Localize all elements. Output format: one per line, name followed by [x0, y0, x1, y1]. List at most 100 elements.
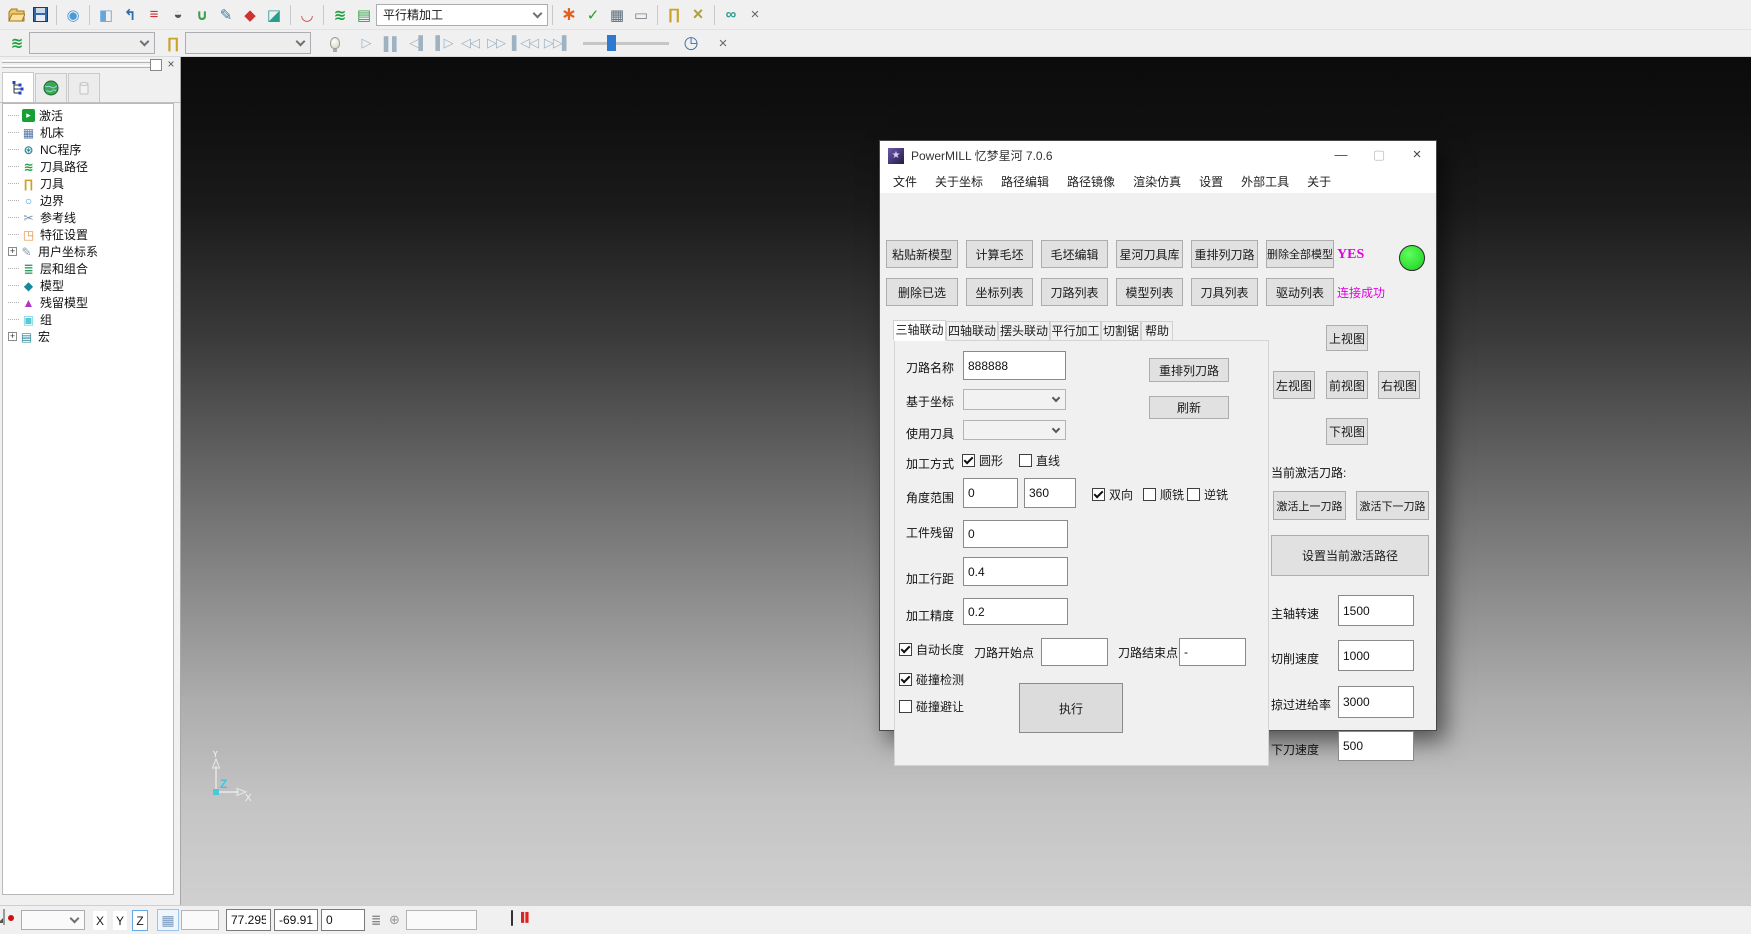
view-bottom-button[interactable]: 下视图 — [1326, 418, 1368, 445]
tab-3axis[interactable]: 三轴联动 — [893, 320, 946, 341]
tool-library-button[interactable]: 星河刀具库 — [1116, 240, 1183, 268]
panel-float-icon[interactable] — [150, 59, 162, 71]
compute-block-button[interactable]: 计算毛坯 — [966, 240, 1033, 268]
pause-button[interactable]: ▌▌ — [379, 31, 405, 55]
ball-tool-icon[interactable] — [166, 3, 190, 27]
view-front-button[interactable]: 前视图 — [1326, 371, 1368, 399]
start-point-input[interactable] — [1041, 638, 1108, 666]
block-icon[interactable] — [94, 3, 118, 27]
coord-list-button[interactable]: 坐标列表 — [966, 278, 1033, 306]
spindle-speed-input[interactable] — [1338, 595, 1414, 626]
grid-snap-icon[interactable]: ▦ — [157, 909, 179, 931]
maximize-icon[interactable]: ▢ — [1360, 141, 1398, 170]
sidebar-item-group[interactable]: 组 — [3, 311, 173, 328]
rearrange-toolpaths-button[interactable]: 重排列刀路 — [1191, 240, 1258, 268]
clock-icon[interactable] — [679, 31, 703, 55]
connection-monitor-icon[interactable] — [511, 910, 513, 926]
expand-toggle[interactable] — [8, 247, 17, 256]
tab-help[interactable]: 帮助 — [1141, 321, 1173, 341]
axis-z-button[interactable]: Z — [132, 910, 148, 931]
view-right-button[interactable]: 右视图 — [1378, 371, 1420, 399]
dialog-titlebar[interactable]: ★ PowerMILL 忆梦星河 7.0.6 — ▢ × — [880, 141, 1436, 170]
open-file-icon[interactable] — [4, 3, 28, 27]
view-left-button[interactable]: 左视图 — [1273, 371, 1315, 399]
skip-end-button[interactable]: ▷▷▌ — [541, 31, 573, 55]
coordinate-z-input[interactable] — [321, 909, 365, 931]
sidebar-item-boundary[interactable]: 边界 — [3, 192, 173, 209]
sidebar-item-feature-set[interactable]: 特征设置 — [3, 226, 173, 243]
menu-about[interactable]: 关于 — [1298, 173, 1340, 190]
play-button[interactable]: ▷ — [353, 31, 379, 55]
tab-web-globe[interactable] — [35, 73, 67, 102]
axis-y-button[interactable]: Y — [112, 910, 128, 931]
step-forward-button[interactable]: ▌▷ — [431, 31, 457, 55]
tab-swivel[interactable]: 摆头联动 — [998, 321, 1050, 341]
toolpath-list-button[interactable]: 刀路列表 — [1041, 278, 1108, 306]
sidebar-item-model[interactable]: 模型 — [3, 277, 173, 294]
axis-x-button[interactable]: X — [92, 910, 108, 931]
menu-coords[interactable]: 关于坐标 — [926, 173, 992, 190]
collision-check-icon[interactable] — [557, 3, 581, 27]
activate-next-toolpath-button[interactable]: 激活下一刀路 — [1356, 491, 1429, 520]
plunge-feed-input[interactable] — [1338, 731, 1414, 761]
bidirectional-checkbox[interactable]: 双向 — [1092, 486, 1133, 503]
tool-list-button[interactable]: 刀具列表 — [1191, 278, 1258, 306]
pattern-icon[interactable] — [214, 3, 238, 27]
collision-avoid-checkbox[interactable]: 碰撞避让 — [899, 698, 964, 715]
print-preview-icon[interactable] — [61, 3, 85, 27]
sidebar-item-tool[interactable]: 刀具 — [3, 175, 173, 192]
delete-all-models-button[interactable]: 删除全部模型 — [1266, 240, 1334, 268]
probe-icon[interactable]: ⊕ — [389, 912, 400, 928]
points-icon[interactable] — [238, 3, 262, 27]
grid-size-input[interactable] — [181, 910, 219, 930]
cursor-mode-icon[interactable] — [3, 909, 5, 925]
angle-end-input[interactable] — [1024, 478, 1076, 508]
measure-input[interactable] — [406, 910, 477, 930]
view-top-button[interactable]: 上视图 — [1326, 325, 1368, 351]
end-point-input[interactable] — [1179, 638, 1246, 666]
save-icon[interactable] — [28, 3, 52, 27]
collision-check-checkbox[interactable]: 碰撞检测 — [899, 671, 964, 688]
close-icon[interactable]: × — [1398, 141, 1436, 170]
simulation-icon[interactable] — [719, 3, 743, 27]
sidebar-item-pattern[interactable]: 参考线 — [3, 209, 173, 226]
toolbar-close-icon[interactable] — [743, 3, 767, 27]
drive-list-button[interactable]: 驱动列表 — [1266, 278, 1334, 306]
tool-arc-icon[interactable] — [295, 3, 319, 27]
tolerance-input[interactable] — [963, 598, 1068, 625]
light-bulb-icon[interactable] — [323, 31, 347, 55]
base-coord-select[interactable] — [963, 389, 1066, 410]
angle-start-input[interactable] — [963, 478, 1018, 508]
sidebar-item-toolpath[interactable]: 刀具路径 — [3, 158, 173, 175]
expand-toggle[interactable] — [8, 332, 17, 341]
speed-slider[interactable] — [583, 35, 669, 51]
use-tool-select[interactable] — [963, 420, 1066, 440]
tab-saw[interactable]: 切割锯 — [1101, 321, 1141, 341]
coordinate-x-input[interactable] — [226, 909, 271, 931]
cutting-feed-input[interactable] — [1338, 640, 1414, 671]
circle-checkbox[interactable]: 圆形 — [962, 452, 1003, 469]
tab-4axis[interactable]: 四轴联动 — [946, 321, 998, 341]
menu-file[interactable]: 文件 — [884, 173, 926, 190]
step-back-button[interactable]: ◁▌ — [405, 31, 431, 55]
sidebar-item-stock-model[interactable]: 残留模型 — [3, 294, 173, 311]
boundary-icon[interactable] — [190, 3, 214, 27]
panel-close-icon[interactable]: × — [165, 59, 177, 71]
set-active-path-button[interactable]: 设置当前激活路径 — [1271, 535, 1429, 576]
skip-start-button[interactable]: ▌◁◁ — [509, 31, 541, 55]
stock-remain-input[interactable] — [963, 520, 1068, 548]
model-list-button[interactable]: 模型列表 — [1116, 278, 1183, 306]
menu-path-mirror[interactable]: 路径镜像 — [1058, 173, 1124, 190]
auto-length-checkbox[interactable]: 自动长度 — [899, 641, 964, 658]
tab-recycle-bin[interactable] — [68, 73, 100, 102]
tab-explorer-tree[interactable] — [2, 72, 34, 102]
menu-external-tools[interactable]: 外部工具 — [1232, 173, 1298, 190]
refresh-button[interactable]: 刷新 — [1149, 396, 1229, 419]
stepover-input[interactable] — [963, 557, 1068, 586]
edit-block-button[interactable]: 毛坯编辑 — [1041, 240, 1108, 268]
activate-prev-toolpath-button[interactable]: 激活上一刀路 — [1273, 491, 1346, 520]
sidebar-item-levels[interactable]: 层和组合 — [3, 260, 173, 277]
calculator-icon[interactable] — [605, 3, 629, 27]
fast-forward-button[interactable]: ▷▷ — [483, 31, 509, 55]
toolpath-icon[interactable] — [328, 3, 352, 27]
